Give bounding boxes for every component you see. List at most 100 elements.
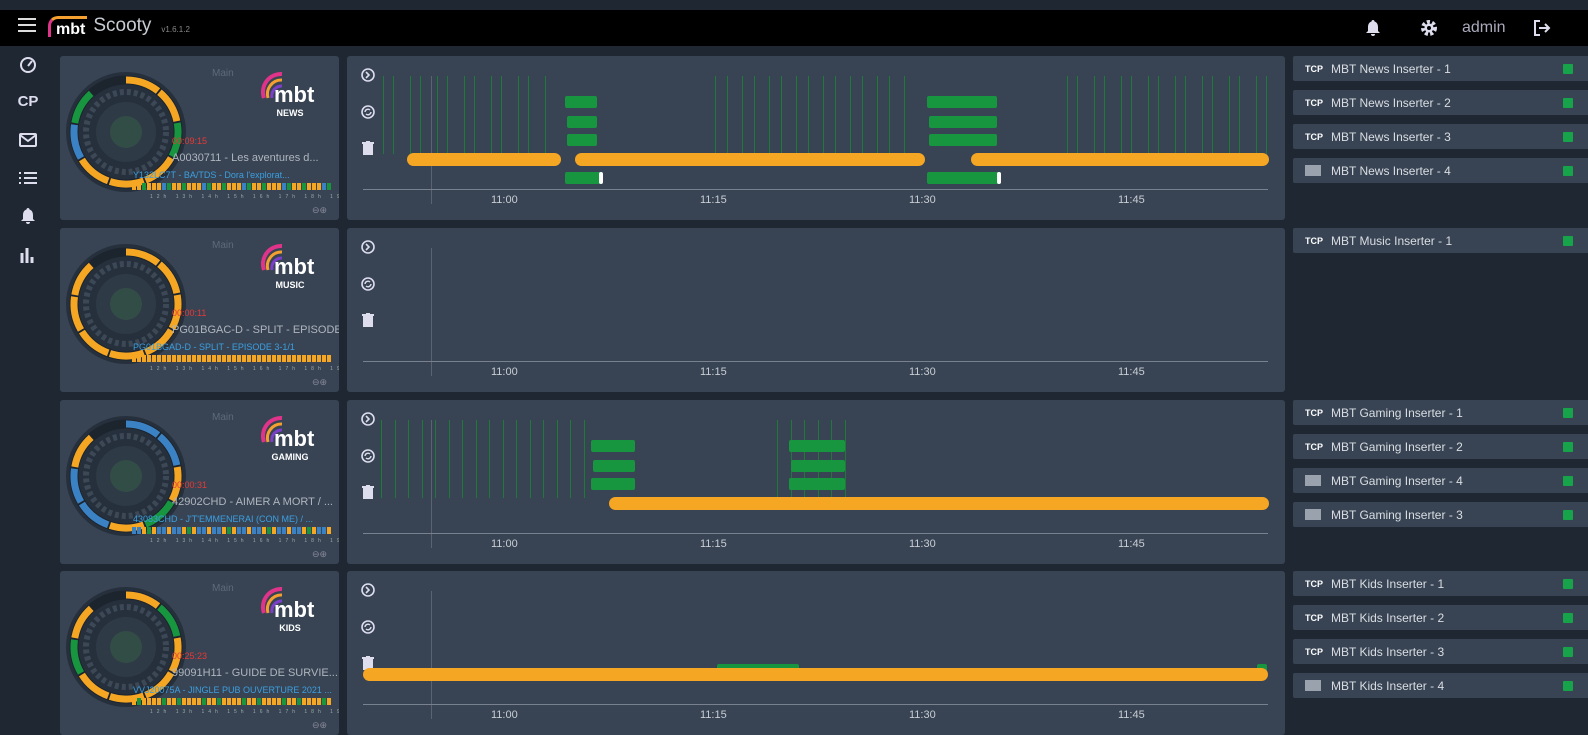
gear-icon[interactable] bbox=[1420, 10, 1438, 46]
ad-break-block[interactable] bbox=[929, 116, 997, 128]
event-marker[interactable] bbox=[889, 76, 890, 154]
ad-break-block[interactable] bbox=[929, 134, 997, 146]
event-marker[interactable] bbox=[1158, 76, 1159, 154]
event-marker[interactable] bbox=[754, 76, 755, 154]
channel-timeline[interactable]: 11:00 11:15 11:30 11:45 bbox=[347, 56, 1285, 220]
event-marker[interactable] bbox=[850, 76, 851, 154]
event-marker[interactable] bbox=[381, 420, 382, 498]
goto-now-icon[interactable] bbox=[361, 583, 375, 597]
list-icon[interactable] bbox=[17, 167, 39, 189]
inserter-item[interactable]: MBT News Inserter - 4 bbox=[1293, 158, 1588, 183]
event-marker[interactable] bbox=[1104, 76, 1105, 154]
drag-handle[interactable] bbox=[997, 172, 1001, 184]
event-marker[interactable] bbox=[528, 76, 529, 154]
event-marker[interactable] bbox=[1202, 76, 1203, 154]
event-marker[interactable] bbox=[1148, 76, 1149, 154]
hamburger-icon[interactable] bbox=[18, 18, 36, 32]
inserter-item[interactable]: TCP MBT Kids Inserter - 2 bbox=[1293, 605, 1588, 630]
event-marker[interactable] bbox=[1185, 76, 1186, 154]
channel-card[interactable]: Main mbt MUSIC 00:00:11 PG01BGAC-D - SPL… bbox=[60, 228, 339, 392]
program-block[interactable] bbox=[575, 153, 925, 166]
dashboard-gauge-icon[interactable] bbox=[17, 54, 39, 76]
event-marker[interactable] bbox=[1239, 76, 1240, 154]
channel-timeline[interactable]: 11:00 11:15 11:30 11:45 bbox=[347, 228, 1285, 392]
event-marker[interactable] bbox=[545, 76, 546, 154]
event-marker[interactable] bbox=[383, 76, 384, 154]
event-marker[interactable] bbox=[464, 76, 465, 154]
goto-now-icon[interactable] bbox=[361, 240, 375, 254]
ad-break-block[interactable] bbox=[565, 96, 597, 108]
ad-break-block[interactable] bbox=[927, 172, 1001, 184]
event-marker[interactable] bbox=[462, 420, 463, 498]
channel-card[interactable]: Main mbt KIDS 00:25:23 99091H11 - GUIDE … bbox=[60, 571, 339, 735]
ad-break-block[interactable] bbox=[789, 478, 845, 490]
goto-now-icon[interactable] bbox=[361, 68, 375, 82]
program-block[interactable] bbox=[363, 668, 1268, 681]
trash-icon[interactable] bbox=[361, 313, 375, 327]
ad-break-block[interactable] bbox=[567, 134, 597, 146]
event-marker[interactable] bbox=[781, 76, 782, 154]
channel-card[interactable]: Main mbt GAMING 00:00:31 42902CHD - AIME… bbox=[60, 400, 339, 564]
event-marker[interactable] bbox=[570, 420, 571, 498]
event-marker[interactable] bbox=[808, 76, 809, 154]
event-marker[interactable] bbox=[489, 420, 490, 498]
refresh-icon[interactable] bbox=[361, 105, 375, 119]
event-marker[interactable] bbox=[503, 420, 504, 498]
event-marker[interactable] bbox=[584, 420, 585, 498]
event-marker[interactable] bbox=[476, 420, 477, 498]
event-marker[interactable] bbox=[518, 76, 519, 154]
event-marker[interactable] bbox=[904, 76, 905, 154]
inserter-item[interactable]: TCP MBT Music Inserter - 1 bbox=[1293, 228, 1588, 253]
channel-card[interactable]: Main mbt NEWS 00:09:15 A0030711 - Les av… bbox=[60, 56, 339, 220]
inserter-item[interactable]: MBT Gaming Inserter - 4 bbox=[1293, 468, 1588, 493]
event-marker[interactable] bbox=[862, 76, 863, 154]
ad-break-block[interactable] bbox=[789, 440, 845, 452]
event-marker[interactable] bbox=[1131, 76, 1132, 154]
event-marker[interactable] bbox=[1266, 76, 1267, 154]
event-marker[interactable] bbox=[727, 76, 728, 154]
mail-icon[interactable] bbox=[17, 129, 39, 151]
event-marker[interactable] bbox=[410, 76, 411, 154]
event-marker[interactable] bbox=[1175, 76, 1176, 154]
event-marker[interactable] bbox=[491, 76, 492, 154]
bell-icon[interactable] bbox=[17, 205, 39, 227]
user-name[interactable]: admin bbox=[1462, 10, 1506, 46]
event-marker[interactable] bbox=[420, 76, 421, 154]
channel-timeline[interactable]: 11:00 11:15 11:30 11:45 bbox=[347, 571, 1285, 735]
inserter-item[interactable]: TCP MBT Gaming Inserter - 1 bbox=[1293, 400, 1588, 425]
event-marker[interactable] bbox=[777, 420, 778, 498]
event-marker[interactable] bbox=[408, 420, 409, 498]
event-marker[interactable] bbox=[543, 420, 544, 498]
event-marker[interactable] bbox=[435, 420, 436, 498]
inserter-item[interactable]: MBT Kids Inserter - 4 bbox=[1293, 673, 1588, 698]
cp-icon[interactable]: CP bbox=[17, 90, 39, 112]
refresh-icon[interactable] bbox=[361, 277, 375, 291]
bar-chart-icon[interactable] bbox=[17, 244, 39, 266]
event-marker[interactable] bbox=[877, 76, 878, 154]
ad-break-block[interactable] bbox=[567, 116, 597, 128]
inserter-item[interactable]: TCP MBT Gaming Inserter - 2 bbox=[1293, 434, 1588, 459]
event-marker[interactable] bbox=[796, 76, 797, 154]
zoom-controls[interactable]: ⊖⊕ bbox=[312, 720, 327, 731]
inserter-item[interactable]: MBT Gaming Inserter - 3 bbox=[1293, 502, 1588, 527]
ad-break-block[interactable] bbox=[927, 96, 997, 108]
event-marker[interactable] bbox=[1121, 76, 1122, 154]
event-marker[interactable] bbox=[1256, 76, 1257, 154]
event-marker[interactable] bbox=[845, 420, 846, 498]
inserter-item[interactable]: TCP MBT News Inserter - 3 bbox=[1293, 124, 1588, 149]
ad-break-block[interactable] bbox=[593, 460, 635, 472]
zoom-controls[interactable]: ⊖⊕ bbox=[312, 377, 327, 388]
event-marker[interactable] bbox=[501, 76, 502, 154]
event-marker[interactable] bbox=[1067, 76, 1068, 154]
event-marker[interactable] bbox=[1212, 76, 1213, 154]
inserter-item[interactable]: TCP MBT Kids Inserter - 3 bbox=[1293, 639, 1588, 664]
program-block[interactable] bbox=[407, 153, 561, 166]
logout-icon[interactable] bbox=[1533, 10, 1551, 46]
refresh-icon[interactable] bbox=[361, 449, 375, 463]
goto-now-icon[interactable] bbox=[361, 412, 375, 426]
event-marker[interactable] bbox=[1229, 76, 1230, 154]
event-marker[interactable] bbox=[516, 420, 517, 498]
ad-break-block[interactable] bbox=[565, 172, 601, 184]
event-marker[interactable] bbox=[1077, 76, 1078, 154]
ad-break-block[interactable] bbox=[791, 460, 845, 472]
